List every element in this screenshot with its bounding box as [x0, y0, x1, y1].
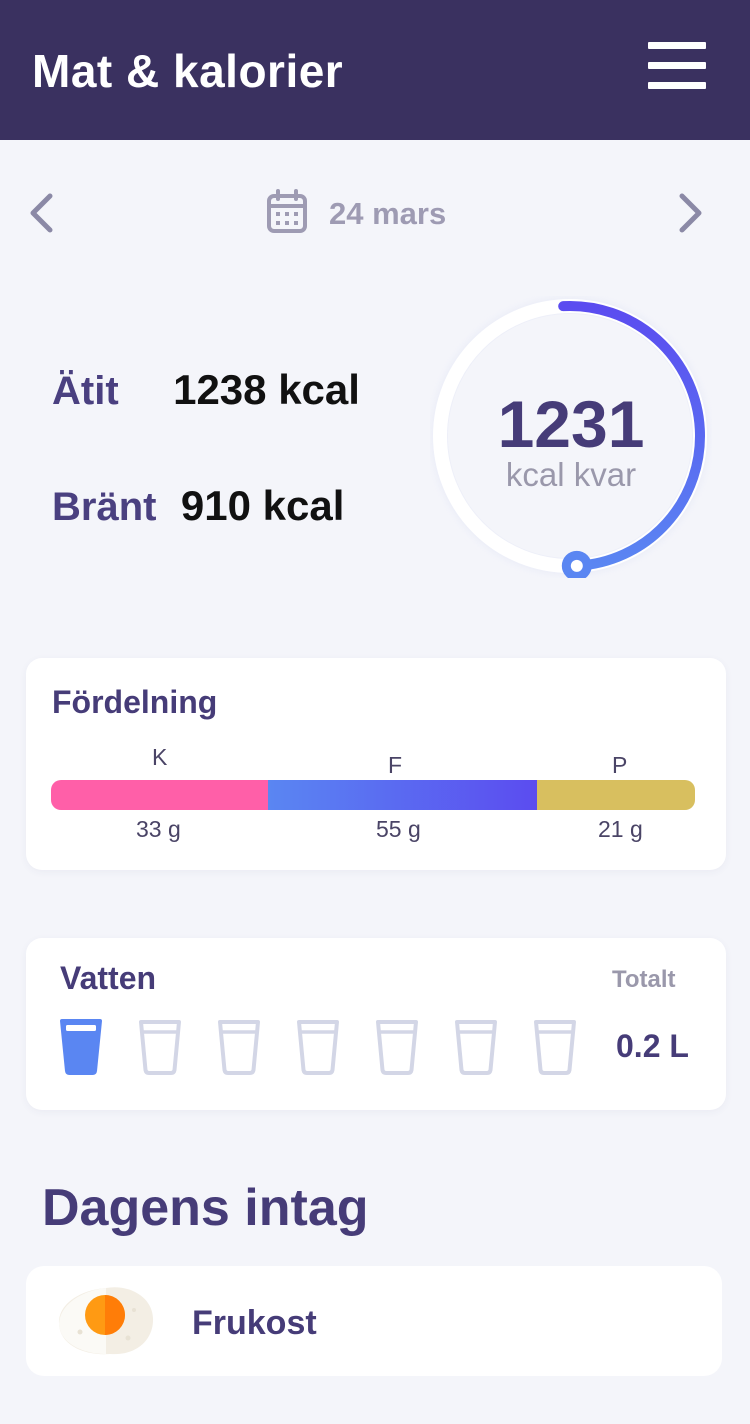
macro-amount-protein: 21 g [598, 816, 643, 842]
water-glass-filled-icon[interactable] [58, 1018, 104, 1076]
macro-amount-fat: 55 g [376, 816, 421, 842]
daily-intake-title: Dagens intag [42, 1179, 369, 1237]
water-glass-empty-icon[interactable] [532, 1018, 578, 1076]
macro-bar-protein [537, 780, 695, 810]
current-date: 24 mars [329, 196, 447, 231]
water-glass-empty-icon[interactable] [453, 1018, 499, 1076]
hamburger-menu-icon[interactable] [640, 40, 710, 92]
water-card: Vatten Totalt 0.2 L [26, 938, 726, 1110]
eaten-value: 1238 kcal [173, 366, 360, 413]
date-navigation: 24 mars [0, 170, 750, 260]
burned-row: Bränt 910 kcal [52, 482, 344, 530]
page-title: Mat & kalorier [32, 45, 344, 97]
fried-egg-icon [56, 1282, 156, 1360]
macro-letter-fat: F [388, 752, 403, 778]
chevron-left-icon[interactable] [24, 188, 64, 238]
water-glass-empty-icon[interactable] [374, 1018, 420, 1076]
calendar-icon [265, 188, 309, 240]
macro-bar [51, 780, 695, 810]
burned-label: Bränt [52, 485, 157, 529]
burned-value: 910 kcal [180, 482, 345, 529]
macro-letter-carbs: K [152, 744, 168, 770]
meal-breakfast[interactable]: Frukost [26, 1266, 722, 1376]
distribution-title: Fördelning [52, 684, 218, 720]
water-title: Vatten [60, 960, 157, 996]
eaten-label: Ätit [52, 369, 119, 413]
eaten-row: Ätit 1238 kcal [52, 366, 360, 414]
kcal-remaining-value: 1231 [497, 387, 645, 461]
macro-bar-fat [268, 780, 537, 810]
macro-distribution-card: Fördelning K F P 33 g 55 g 21 g [26, 658, 726, 870]
water-glass-empty-icon[interactable] [137, 1018, 183, 1076]
water-glass-empty-icon[interactable] [216, 1018, 262, 1076]
date-selector[interactable]: 24 mars [265, 188, 447, 240]
calories-remaining-ring: 1231 kcal kvar [430, 296, 712, 581]
water-total-value: 0.2 L [616, 1028, 689, 1064]
macro-letter-protein: P [612, 752, 628, 778]
macro-bar-carbs [51, 780, 268, 810]
meal-label: Frukost [192, 1304, 317, 1342]
water-glass-empty-icon[interactable] [295, 1018, 341, 1076]
kcal-remaining-unit: kcal kvar [505, 456, 637, 493]
water-total-label: Totalt [612, 966, 676, 993]
macro-amount-carbs: 33 g [136, 816, 181, 842]
app-header: Mat & kalorier [0, 0, 750, 140]
chevron-right-icon[interactable] [668, 188, 708, 238]
